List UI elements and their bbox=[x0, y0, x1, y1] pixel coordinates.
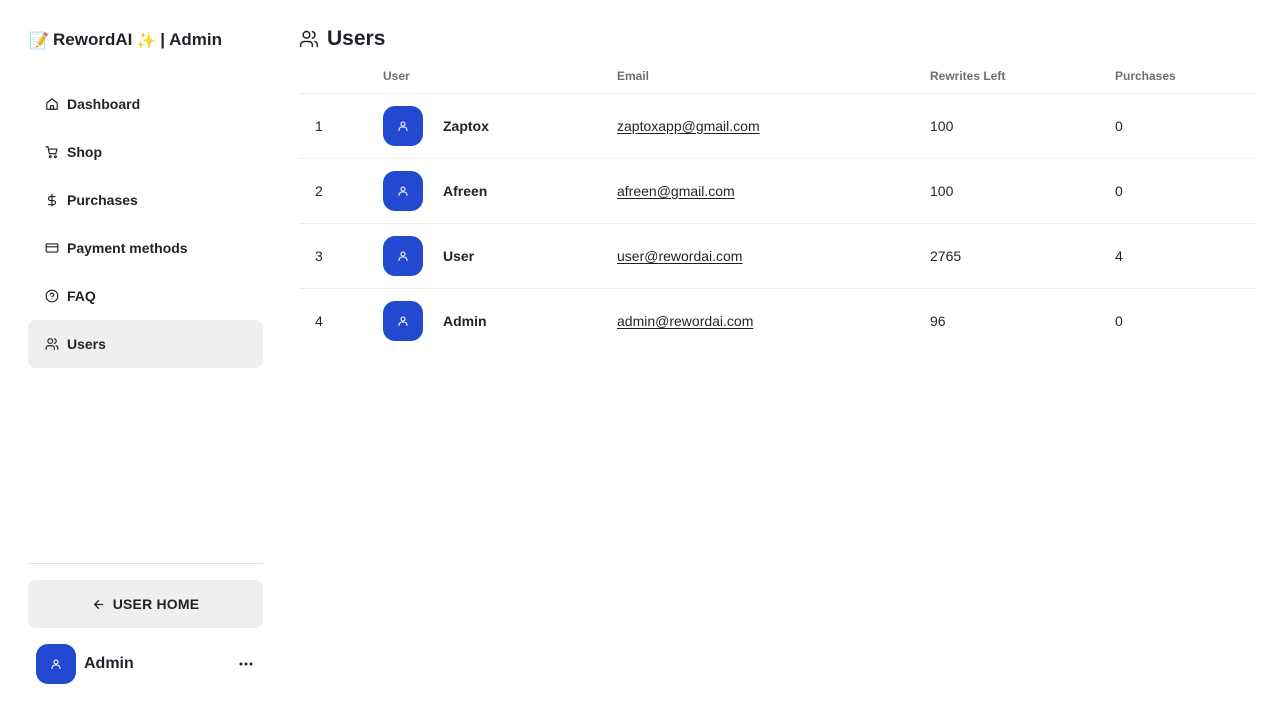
brand-suffix: | Admin bbox=[160, 30, 222, 49]
table-row[interactable]: 3 User user@rewordai.com 2765 4 bbox=[299, 223, 1256, 289]
user-icon bbox=[398, 250, 408, 261]
rewrites-left-cell: 96 bbox=[930, 312, 946, 329]
brand-title[interactable]: 📝 RewordAI ✨ | Admin bbox=[29, 28, 222, 52]
user-cell: User bbox=[383, 223, 617, 289]
column-header-rewrites-left: Rewrites Left bbox=[930, 60, 1115, 94]
sidebar-item-label: Dashboard bbox=[67, 96, 141, 112]
table-header-row: User Email Rewrites Left Purchases bbox=[299, 60, 1256, 94]
dollar-icon bbox=[45, 193, 59, 207]
avatar bbox=[36, 644, 76, 684]
email-cell: afreen@gmail.com bbox=[617, 158, 930, 224]
avatar bbox=[383, 105, 423, 146]
users-icon bbox=[299, 30, 319, 48]
brand-name: RewordAI bbox=[53, 30, 133, 49]
column-header-user: User bbox=[383, 60, 617, 94]
user-home-button[interactable]: USER HOME bbox=[28, 580, 263, 628]
home-icon bbox=[45, 97, 59, 111]
row-index: 2 bbox=[299, 158, 383, 224]
purchases-cell: 0 bbox=[1115, 312, 1123, 329]
user-home-label: USER HOME bbox=[112, 596, 200, 612]
rewrites-left-cell: 2765 bbox=[930, 223, 1115, 289]
sidebar-nav: Dashboard Shop Purchases Payment methods… bbox=[28, 80, 263, 368]
sidebar-item-label: FAQ bbox=[67, 288, 96, 304]
user-name: Zaptox bbox=[443, 117, 489, 134]
email-link[interactable]: user@rewordai.com bbox=[617, 248, 742, 264]
user-cell: Admin bbox=[383, 288, 617, 353]
user-icon bbox=[398, 120, 408, 131]
user-name: Admin bbox=[443, 312, 487, 329]
sidebar: 📝 RewordAI ✨ | Admin Dashboard Shop Purc… bbox=[0, 0, 291, 720]
avatar bbox=[383, 300, 423, 341]
profile-name: Admin bbox=[84, 655, 134, 672]
purchases-cell: 4 bbox=[1115, 223, 1256, 289]
email-cell: user@rewordai.com bbox=[617, 223, 930, 289]
table-row[interactable]: 1 Zaptox zaptoxapp@gmail.com 100 0 bbox=[299, 93, 1256, 159]
purchases-cell: 0 bbox=[1115, 158, 1256, 224]
users-table: User Email Rewrites Left Purchases 1 Zap… bbox=[299, 60, 1256, 353]
table-row[interactable]: 2 Afreen afreen@gmail.com 100 0 bbox=[299, 158, 1256, 224]
column-header-purchases: Purchases bbox=[1115, 60, 1256, 94]
rewrites-left-cell: 100 bbox=[930, 158, 1115, 224]
avatar bbox=[383, 235, 423, 276]
table-row[interactable]: 4 Admin admin@rewordai.com 96 0 bbox=[299, 288, 1256, 353]
credit-card-icon bbox=[45, 241, 59, 255]
help-circle-icon bbox=[45, 289, 59, 303]
user-icon bbox=[398, 316, 408, 326]
page-header: Users bbox=[299, 27, 385, 51]
column-header-index bbox=[299, 60, 383, 94]
users-icon bbox=[45, 337, 59, 351]
user-icon bbox=[51, 659, 61, 670]
user-name: User bbox=[443, 247, 475, 264]
avatar bbox=[383, 170, 423, 211]
main-content: Users User Email Rewrites Left Purchases… bbox=[299, 0, 1256, 720]
sidebar-item-users[interactable]: Users bbox=[28, 320, 263, 368]
purchases-cell: 0 bbox=[1115, 93, 1256, 159]
sidebar-item-label: Users bbox=[67, 336, 106, 352]
user-name: Afreen bbox=[443, 182, 488, 199]
user-cell: Afreen bbox=[383, 158, 617, 224]
sidebar-divider bbox=[28, 563, 263, 564]
user-icon bbox=[398, 185, 408, 196]
sidebar-item-label: Shop bbox=[67, 144, 102, 160]
sidebar-item-purchases[interactable]: Purchases bbox=[28, 176, 263, 224]
sidebar-item-faq[interactable]: FAQ bbox=[28, 272, 263, 320]
email-cell: admin@rewordai.com bbox=[617, 288, 930, 353]
row-index: 1 bbox=[299, 93, 383, 159]
rewrites-left-cell: 100 bbox=[930, 93, 1115, 159]
user-cell: Zaptox bbox=[383, 93, 617, 159]
more-options-button[interactable] bbox=[235, 654, 257, 674]
column-header-email: Email bbox=[617, 60, 930, 94]
memo-icon: 📝 bbox=[29, 30, 49, 50]
sidebar-item-label: Purchases bbox=[67, 192, 138, 208]
email-cell: zaptoxapp@gmail.com bbox=[617, 93, 930, 159]
row-index: 3 bbox=[299, 223, 383, 289]
cart-icon bbox=[45, 145, 59, 159]
sparkles-icon: ✨ bbox=[136, 30, 157, 50]
sidebar-item-dashboard[interactable]: Dashboard bbox=[28, 80, 263, 128]
arrow-left-icon bbox=[93, 599, 103, 609]
email-link[interactable]: admin@rewordai.com bbox=[617, 313, 753, 329]
more-horizontal-icon bbox=[239, 662, 253, 666]
sidebar-item-label: Payment methods bbox=[67, 240, 188, 256]
email-link[interactable]: afreen@gmail.com bbox=[617, 183, 735, 199]
sidebar-item-payment-methods[interactable]: Payment methods bbox=[28, 224, 263, 272]
email-link[interactable]: zaptoxapp@gmail.com bbox=[617, 118, 760, 134]
sidebar-item-shop[interactable]: Shop bbox=[28, 128, 263, 176]
row-index: 4 bbox=[315, 312, 323, 329]
page-title: Users bbox=[327, 27, 386, 50]
profile-section: Admin bbox=[36, 644, 263, 684]
